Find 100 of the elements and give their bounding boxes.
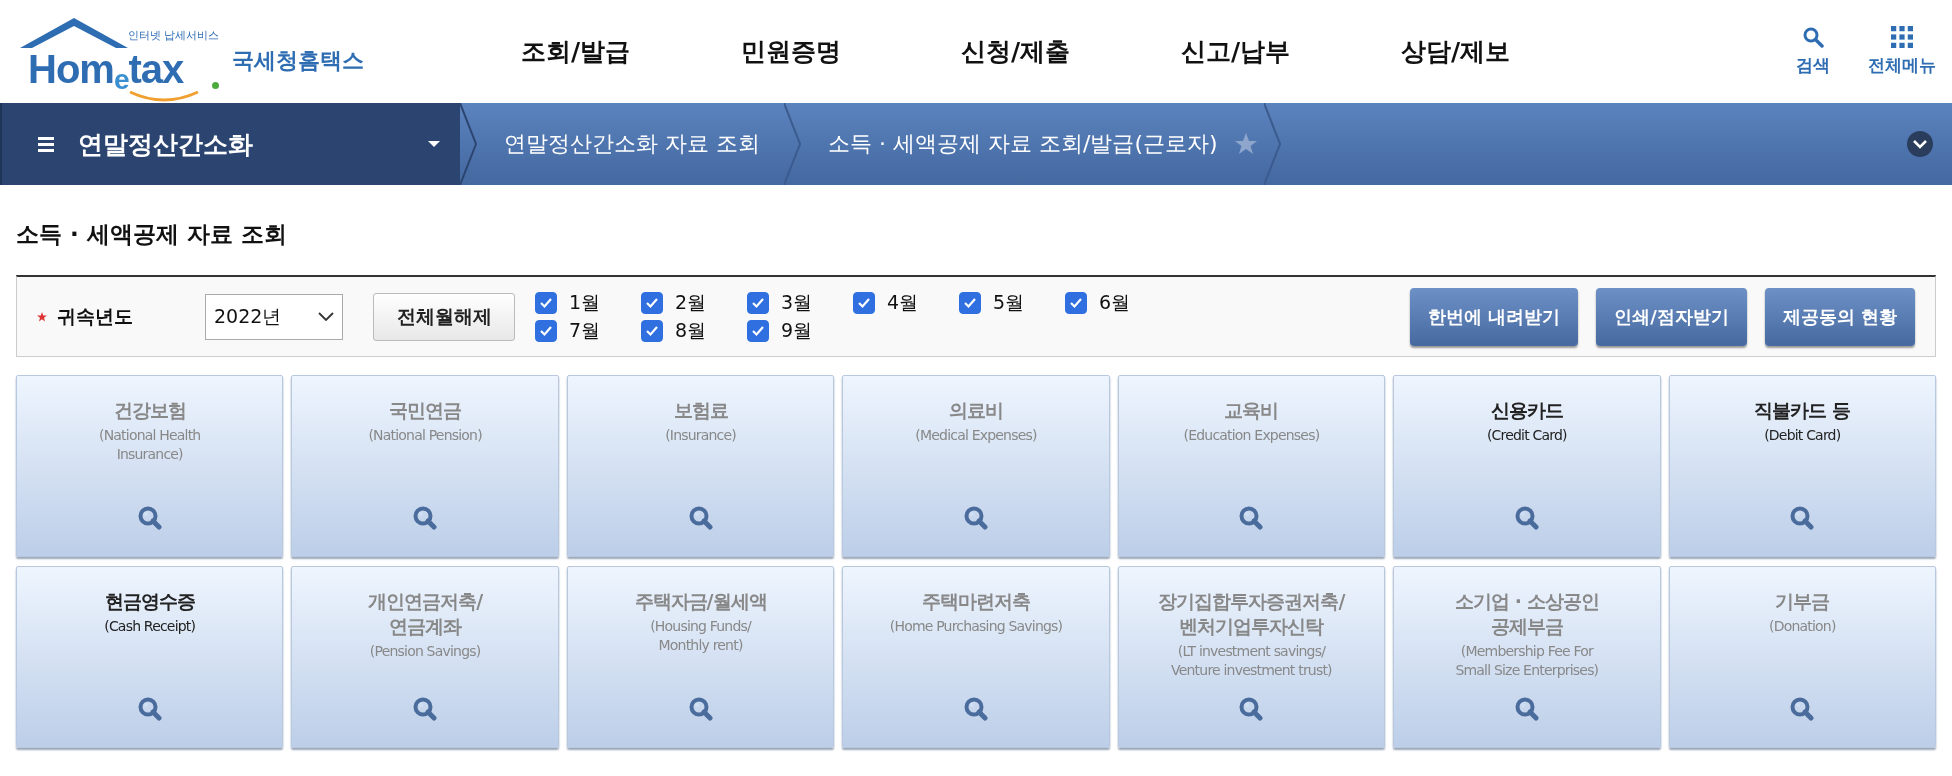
category-tile[interactable]: 개인연금저축/ 연금계좌 (Pension Savings) xyxy=(291,566,559,748)
checkbox-label: 8월 xyxy=(675,317,707,343)
checkbox[interactable] xyxy=(959,291,981,314)
tile-title: 신용카드 xyxy=(1490,398,1563,423)
checkbox[interactable] xyxy=(641,319,663,342)
search-icon xyxy=(964,697,988,721)
search-icon xyxy=(688,506,713,530)
search-icon xyxy=(1802,26,1824,48)
required-icon xyxy=(37,311,47,322)
logo-tagline: 인터넷 납세서비스 xyxy=(128,27,220,43)
tile-subtitle: (Education Expenses) xyxy=(1183,426,1320,445)
search-icon xyxy=(1790,697,1815,721)
checkbox-label: 2월 xyxy=(675,289,707,315)
tile-title: 주택마련저축 xyxy=(922,589,1030,614)
checkbox-label: 3월 xyxy=(781,289,813,315)
category-tile[interactable]: 직불카드 등 (Debit Card) xyxy=(1668,375,1936,557)
checkbox[interactable] xyxy=(535,319,557,342)
breadcrumb-link[interactable]: 소득 · 세액공제 자료 조회/발급(근로자) xyxy=(828,129,1218,159)
tile-subtitle: (Cash Receipt) xyxy=(104,617,196,636)
tile-title: 주택자금/월세액 xyxy=(634,589,767,614)
category-tile[interactable]: 주택자금/월세액 (Housing Funds/ Monthly rent) xyxy=(566,566,835,748)
category-tile[interactable]: 신용카드 (Credit Card) xyxy=(1393,375,1661,557)
category-tile[interactable]: 보험료 (Insurance) xyxy=(566,375,835,557)
checkbox[interactable] xyxy=(535,291,557,314)
tile-subtitle: (Membership Fee For Small Size Enterprises) xyxy=(1455,642,1599,680)
tile-subtitle: (Insurance) xyxy=(665,426,736,445)
nav-link[interactable]: 신고/납부 xyxy=(1181,35,1401,68)
tile-subtitle: (Housing Funds/ Monthly rent) xyxy=(650,617,751,655)
page-title: 소득 · 세액공제 자료 조회 xyxy=(16,220,288,249)
search-icon xyxy=(1514,506,1539,530)
chevron-down-icon xyxy=(318,312,334,321)
tile-title: 직불카드 등 xyxy=(1754,398,1851,423)
tile-title: 교육비 xyxy=(1224,398,1279,423)
tile-title: 의료비 xyxy=(949,398,1003,423)
checkbox-label: 1월 xyxy=(569,289,601,315)
tile-subtitle: (Credit Card) xyxy=(1486,426,1567,445)
caret-icon xyxy=(428,141,440,147)
search-icon xyxy=(1790,506,1815,530)
tile-subtitle: (National Pension) xyxy=(368,426,482,445)
nav-link[interactable]: 조회/발급 xyxy=(521,35,741,68)
star-icon[interactable] xyxy=(1233,132,1258,156)
checkbox-label: 7월 xyxy=(569,317,601,343)
search-icon xyxy=(413,697,438,721)
nav-link[interactable]: 신청/제출 xyxy=(961,35,1181,68)
tile-title: 개인연금저축/ 연금계좌 xyxy=(368,589,483,639)
checkbox[interactable] xyxy=(641,291,663,314)
header-menu-link[interactable]: 전체메뉴 xyxy=(1868,26,1936,77)
menu-dropdown[interactable]: 연말정산간소화 xyxy=(0,103,460,185)
expand-button[interactable] xyxy=(1906,130,1934,158)
checkbox[interactable] xyxy=(853,291,875,314)
year-select[interactable]: 2022년 xyxy=(205,293,343,340)
checkbox-label: 4월 xyxy=(887,289,919,315)
tile-subtitle: (Pension Savings) xyxy=(369,642,481,661)
nav-link[interactable]: 상담/제보 xyxy=(1401,35,1621,68)
search-icon xyxy=(413,506,438,530)
tile-title: 건강보험 xyxy=(113,398,186,423)
dot-icon xyxy=(212,81,219,89)
swoosh-icon xyxy=(128,89,200,104)
category-tile[interactable]: 교육비 (Education Expenses) xyxy=(1117,375,1386,557)
checkbox[interactable] xyxy=(747,319,769,342)
search-icon xyxy=(1514,697,1539,721)
checkbox-label: 6월 xyxy=(1099,289,1131,315)
tile-subtitle: (LT investment savings/ Venture investment trust) xyxy=(1171,642,1332,680)
category-tile[interactable]: 건강보험 (National Health Insurance) xyxy=(16,375,284,557)
tile-subtitle: (National Health Insurance) xyxy=(99,426,201,464)
logo-wordmark: Hom$_{e}$tax xyxy=(28,48,184,94)
tile-title: 장기집합투자증권저축/ 벤처기업투자신탁 xyxy=(1158,589,1345,639)
category-tile[interactable]: 기부금 (Donation) xyxy=(1668,566,1936,748)
tile-subtitle: (Debit Card) xyxy=(1764,426,1841,445)
action-button[interactable]: 한번에 내려받기 xyxy=(1409,287,1579,346)
category-tile[interactable]: 주택마련저축 (Home Purchasing Savings) xyxy=(842,566,1110,748)
tile-subtitle: (Donation) xyxy=(1769,617,1836,636)
tile-title: 국민연금 xyxy=(389,398,462,423)
search-icon xyxy=(137,697,162,721)
clear-months-button[interactable]: 전체월해제 xyxy=(373,292,515,341)
category-tile[interactable]: 소기업 · 소상공인 공제부금 (Membership Fee For Small Size Enterprises) xyxy=(1393,566,1661,748)
tile-title: 보험료 xyxy=(673,398,728,423)
category-tile[interactable]: 의료비 (Medical Expenses) xyxy=(842,375,1110,557)
action-button[interactable]: 인쇄/점자받기 xyxy=(1596,287,1747,346)
logo-name: 국세청홈택스 xyxy=(232,46,364,75)
category-tile[interactable]: 국민연금 (National Pension) xyxy=(291,375,559,557)
tile-title: 기부금 xyxy=(1775,589,1830,614)
checkbox[interactable] xyxy=(747,291,769,314)
search-icon xyxy=(964,506,988,530)
field-label: 귀속년도 xyxy=(57,303,133,329)
checkbox[interactable] xyxy=(1065,291,1087,314)
header-search-link[interactable]: 검색 xyxy=(1796,26,1830,77)
tile-subtitle: (Home Purchasing Savings) xyxy=(889,617,1063,636)
tile-title: 현금영수증 xyxy=(104,589,195,614)
search-icon xyxy=(1239,697,1264,721)
menu-icon xyxy=(38,136,54,152)
tile-title: 소기업 · 소상공인 공제부금 xyxy=(1455,589,1599,639)
search-icon xyxy=(688,697,713,721)
breadcrumb-link[interactable]: 연말정산간소화 자료 조회 xyxy=(504,129,760,159)
search-icon xyxy=(1239,506,1264,530)
nav-link[interactable]: 민원증명 xyxy=(741,35,961,68)
category-tile[interactable]: 장기집합투자증권저축/ 벤처기업투자신탁 (LT investment savings/ Venture investment trust) xyxy=(1117,566,1386,748)
checkbox-label: 9월 xyxy=(781,317,813,343)
action-button[interactable]: 제공동의 현황 xyxy=(1764,287,1915,346)
category-tile[interactable]: 현금영수증 (Cash Receipt) xyxy=(16,566,284,748)
